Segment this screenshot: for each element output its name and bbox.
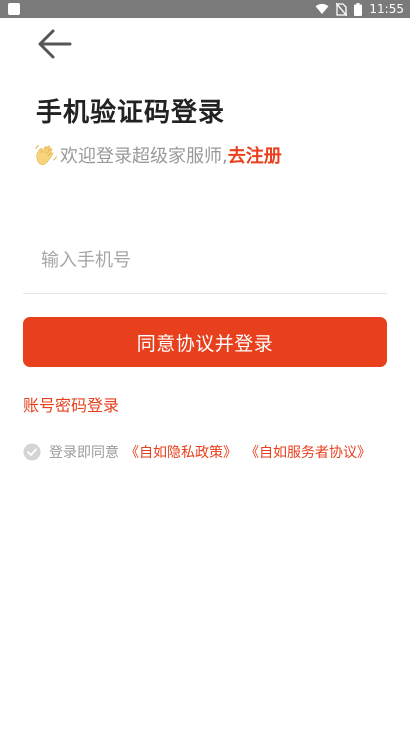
register-link[interactable]: 去注册	[228, 142, 282, 168]
back-arrow-icon	[38, 29, 72, 59]
no-sim-icon	[336, 2, 348, 16]
status-icons: 11:55	[315, 0, 404, 18]
status-bar: 11:55	[0, 0, 410, 18]
agree-and-login-button[interactable]: 同意协议并登录	[23, 317, 387, 367]
agreement-prefix: 登录即同意	[49, 445, 119, 461]
privacy-policy-link[interactable]: 《自如隐私政策》	[125, 442, 237, 462]
waving-hand-icon	[34, 143, 58, 167]
service-agreement-link[interactable]: 《自如服务者协议》	[245, 442, 371, 462]
agreement-checkbox[interactable]	[23, 443, 41, 461]
notification-icon	[8, 3, 20, 15]
back-button[interactable]	[34, 26, 74, 62]
status-time: 11:55	[369, 2, 404, 16]
battery-icon	[354, 2, 363, 16]
check-circle-icon	[23, 443, 41, 461]
page-title: 手机验证码登录	[36, 98, 226, 128]
wifi-icon	[315, 3, 329, 15]
welcome-text: 欢迎登录超级家服师,	[60, 146, 228, 167]
input-divider	[23, 293, 387, 294]
password-login-link[interactable]: 账号密码登录	[23, 392, 119, 416]
agreement-row: 登录即同意 《自如隐私政策》 《自如服务者协议》	[23, 441, 371, 463]
phone-number-input[interactable]	[23, 240, 387, 280]
welcome-line: 欢迎登录超级家服师, 去注册	[34, 142, 282, 168]
